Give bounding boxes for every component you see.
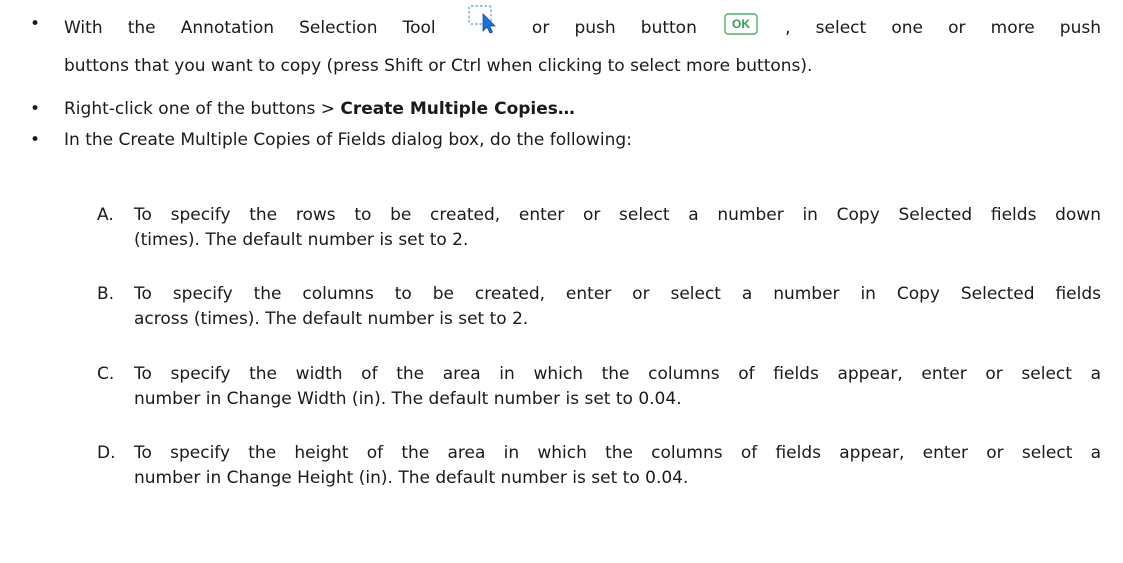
- step-a-line-1: To specify the rows to be created, enter…: [134, 205, 1101, 225]
- bullet-item-2: • Right-click one of the buttons > Creat…: [0, 98, 1123, 120]
- step-letter: C.: [97, 364, 115, 384]
- step-item-b: B. To specify the columns to be created,…: [0, 283, 1123, 333]
- step-c-line-2: number in Change Width (in). The default…: [134, 389, 682, 409]
- step-item-a: A. To specify the rows to be created, en…: [0, 204, 1123, 254]
- bullet-2-text-bold: Create Multiple Copies…: [340, 99, 575, 119]
- bullet-3-text: In the Create Multiple Copies of Fields …: [64, 130, 632, 150]
- step-d-line-1: To specify the height of the area in whi…: [134, 443, 1101, 463]
- annotation-selection-tool-icon: [467, 4, 501, 34]
- bullet-marker: •: [30, 130, 41, 150]
- bullet-2-text-plain: Right-click one of the buttons >: [64, 99, 341, 119]
- bullet-1-line-1: With the Annotation Selection Tool or pu…: [64, 5, 1101, 43]
- bullet-marker: •: [30, 99, 41, 119]
- document-page: • With the Annotation Selection Tool or …: [0, 0, 1123, 563]
- bullet-marker: •: [30, 14, 41, 34]
- step-a-line-2: (times). The default number is set to 2.: [134, 230, 469, 250]
- bullet-1-text-before: With the Annotation Selection Tool: [64, 18, 436, 38]
- step-letter: B.: [97, 284, 115, 304]
- bullet-item-3: • In the Create Multiple Copies of Field…: [0, 129, 1123, 151]
- step-item-c: C. To specify the width of the area in w…: [0, 363, 1123, 413]
- bullet-1-text-middle: or push button: [531, 18, 697, 38]
- step-c-line-1: To specify the width of the area in whic…: [134, 364, 1101, 384]
- bullet-1-text-after: , select one or more push: [785, 18, 1101, 38]
- step-item-d: D. To specify the height of the area in …: [0, 442, 1123, 492]
- bullet-item-1: • With the Annotation Selection Tool or …: [0, 5, 1123, 76]
- step-letter: D.: [97, 443, 116, 463]
- bullet-2-text: Right-click one of the buttons > Create …: [64, 98, 1103, 120]
- step-d-line-2: number in Change Height (in). The defaul…: [134, 468, 689, 488]
- ok-push-button-icon: OK: [724, 13, 758, 35]
- step-b-line-1: To specify the columns to be created, en…: [134, 284, 1101, 304]
- step-b-line-2: across (times). The default number is se…: [134, 309, 529, 329]
- ok-label: OK: [732, 17, 750, 31]
- step-letter: A.: [97, 205, 114, 225]
- bullet-1-line-2: buttons that you want to copy (press Shi…: [64, 56, 813, 76]
